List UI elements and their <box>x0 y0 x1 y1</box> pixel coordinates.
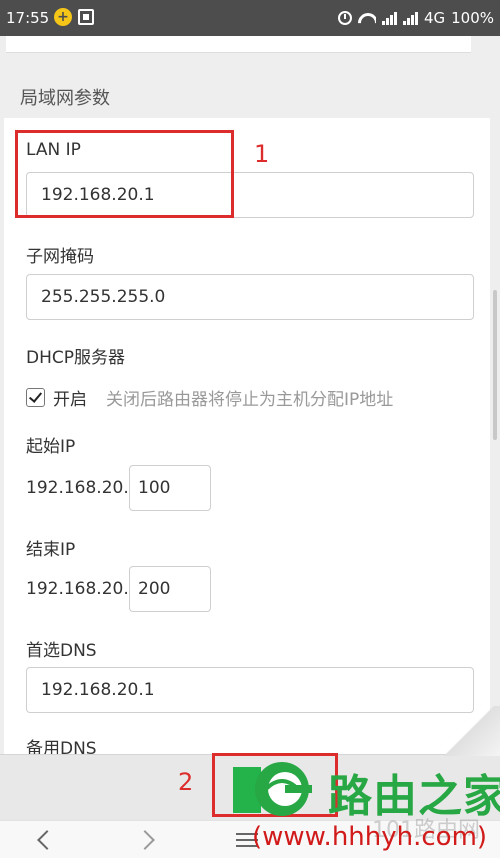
dhcp-enable-label: 开启 <box>53 390 87 410</box>
primary-dns-label: 首选DNS <box>26 641 97 661</box>
end-ip-input[interactable]: 200 <box>129 566 211 612</box>
watermark-logo-icon <box>255 762 312 816</box>
watermark-url: (www.hhhyh.com) <box>252 822 488 852</box>
end-ip-prefix: 192.168.20. <box>26 579 129 599</box>
page-fold-decoration <box>440 706 500 756</box>
annotation-box-lan-ip <box>15 130 234 218</box>
dhcp-server-label: DHCP服务器 <box>26 348 125 368</box>
primary-dns-input[interactable]: 192.168.20.1 <box>26 667 474 713</box>
start-ip-prefix: 192.168.20. <box>26 478 129 498</box>
start-ip-input[interactable]: 100 <box>129 465 211 511</box>
signal-icon <box>381 11 397 25</box>
dhcp-enable-checkbox[interactable] <box>26 388 45 407</box>
signal-icon <box>402 11 418 25</box>
section-title: 局域网参数 <box>20 88 110 109</box>
wifi-icon <box>358 11 376 25</box>
scan-icon <box>78 9 94 25</box>
battery-icon: 100% <box>451 9 494 27</box>
annotation-step-1: 1 <box>254 140 270 168</box>
end-ip-label: 结束IP <box>26 540 76 560</box>
dhcp-hint: 关闭后路由器将停止为主机分配IP地址 <box>106 390 394 410</box>
annotation-step-2: 2 <box>178 768 194 796</box>
forward-icon[interactable] <box>135 830 155 850</box>
status-bar: 17:55 + 4G 100% <box>0 0 500 36</box>
subnet-mask-input[interactable]: 255.255.255.0 <box>26 274 474 320</box>
subnet-mask-label: 子网掩码 <box>26 247 94 267</box>
lan-settings-card <box>4 118 490 818</box>
start-ip-label: 起始IP <box>26 437 76 457</box>
scrollbar[interactable] <box>493 290 497 440</box>
status-icons: 4G 100% <box>337 9 494 27</box>
alarm-icon <box>337 11 352 25</box>
network-type: 4G <box>423 9 446 27</box>
app-plus-icon: + <box>54 8 72 26</box>
back-icon[interactable] <box>37 830 57 850</box>
status-time: 17:55 <box>6 9 50 27</box>
previous-card <box>6 36 471 53</box>
